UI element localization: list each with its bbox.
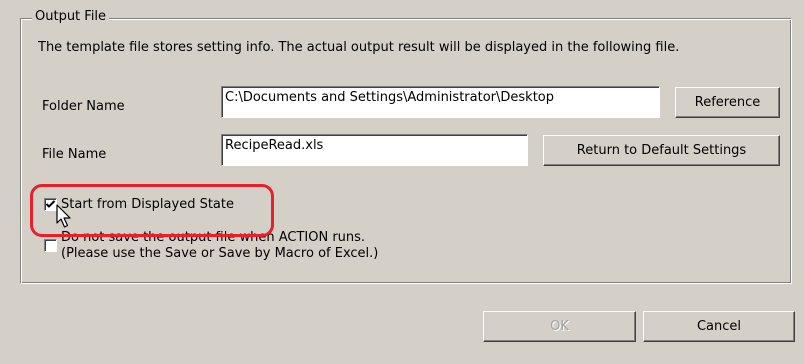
do-not-save-note: (Please use the Save or Save by Macro of… bbox=[61, 246, 379, 261]
file-name-input[interactable]: RecipeRead.xls bbox=[221, 134, 528, 166]
do-not-save-checkbox[interactable] bbox=[44, 239, 57, 252]
ok-button[interactable]: OK bbox=[483, 311, 636, 342]
mouse-pointer-icon bbox=[56, 204, 71, 228]
description-text: The template file stores setting info. T… bbox=[38, 40, 680, 55]
folder-name-input[interactable]: C:\Documents and Settings\Administrator\… bbox=[221, 86, 660, 118]
folder-name-label: Folder Name bbox=[42, 99, 125, 114]
output-file-dialog: Output File The template file stores set… bbox=[0, 0, 804, 364]
return-to-default-button[interactable]: Return to Default Settings bbox=[543, 135, 780, 166]
group-title: Output File bbox=[32, 9, 110, 24]
cancel-button[interactable]: Cancel bbox=[643, 311, 795, 342]
reference-button[interactable]: Reference bbox=[675, 87, 780, 118]
file-name-label: File Name bbox=[42, 147, 107, 162]
